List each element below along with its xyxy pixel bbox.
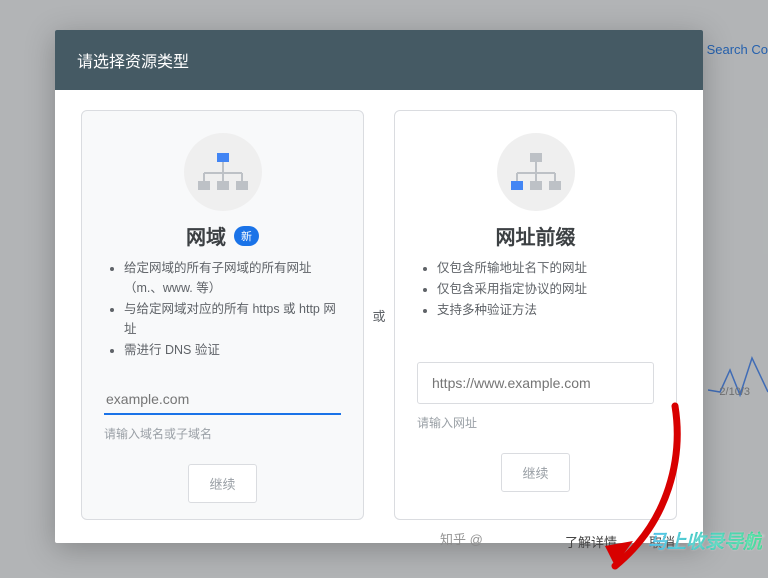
- domain-continue-button[interactable]: 继续: [188, 464, 256, 503]
- url-prefix-icon: [417, 125, 654, 221]
- domain-input[interactable]: [104, 383, 341, 415]
- or-text: 或: [372, 306, 385, 325]
- list-item: 支持多种验证方法: [437, 300, 654, 320]
- property-type-modal: 请选择资源类型 网域 新: [55, 30, 703, 543]
- domain-card-title: 网域: [186, 221, 226, 250]
- url-prefix-card-title: 网址前缀: [496, 221, 576, 250]
- domain-bullets: 给定网域的所有子网域的所有网址（m.、www. 等） 与给定网域对应的所有 ht…: [104, 258, 341, 361]
- list-item: 给定网域的所有子网域的所有网址（m.、www. 等）: [124, 258, 341, 298]
- or-separator: 或: [364, 110, 394, 520]
- modal-footer: 了解详情 取消: [55, 528, 703, 561]
- domain-icon: [104, 125, 341, 221]
- list-item: 与给定网域对应的所有 https 或 http 网址: [124, 299, 341, 339]
- new-badge: 新: [234, 226, 259, 246]
- url-prefix-continue-button[interactable]: 继续: [501, 453, 569, 492]
- url-prefix-bullets: 仅包含所输地址名下的网址 仅包含采用指定协议的网址 支持多种验证方法: [417, 258, 654, 340]
- url-prefix-helper-text: 请输入网址: [417, 414, 654, 431]
- list-item: 仅包含采用指定协议的网址: [437, 279, 654, 299]
- list-item: 需进行 DNS 验证: [124, 340, 341, 360]
- list-item: 仅包含所输地址名下的网址: [437, 258, 654, 278]
- modal-body: 网域 新 给定网域的所有子网域的所有网址（m.、www. 等） 与给定网域对应的…: [55, 90, 703, 528]
- url-prefix-card[interactable]: 网址前缀 仅包含所输地址名下的网址 仅包含采用指定协议的网址 支持多种验证方法 …: [394, 110, 677, 520]
- cancel-button[interactable]: 取消: [649, 532, 675, 551]
- domain-helper-text: 请输入域名或子域名: [104, 425, 341, 442]
- learn-more-link[interactable]: 了解详情: [565, 532, 617, 551]
- domain-card[interactable]: 网域 新 给定网域的所有子网域的所有网址（m.、www. 等） 与给定网域对应的…: [81, 110, 364, 520]
- modal-title: 请选择资源类型: [55, 30, 703, 90]
- url-prefix-input[interactable]: [417, 362, 654, 404]
